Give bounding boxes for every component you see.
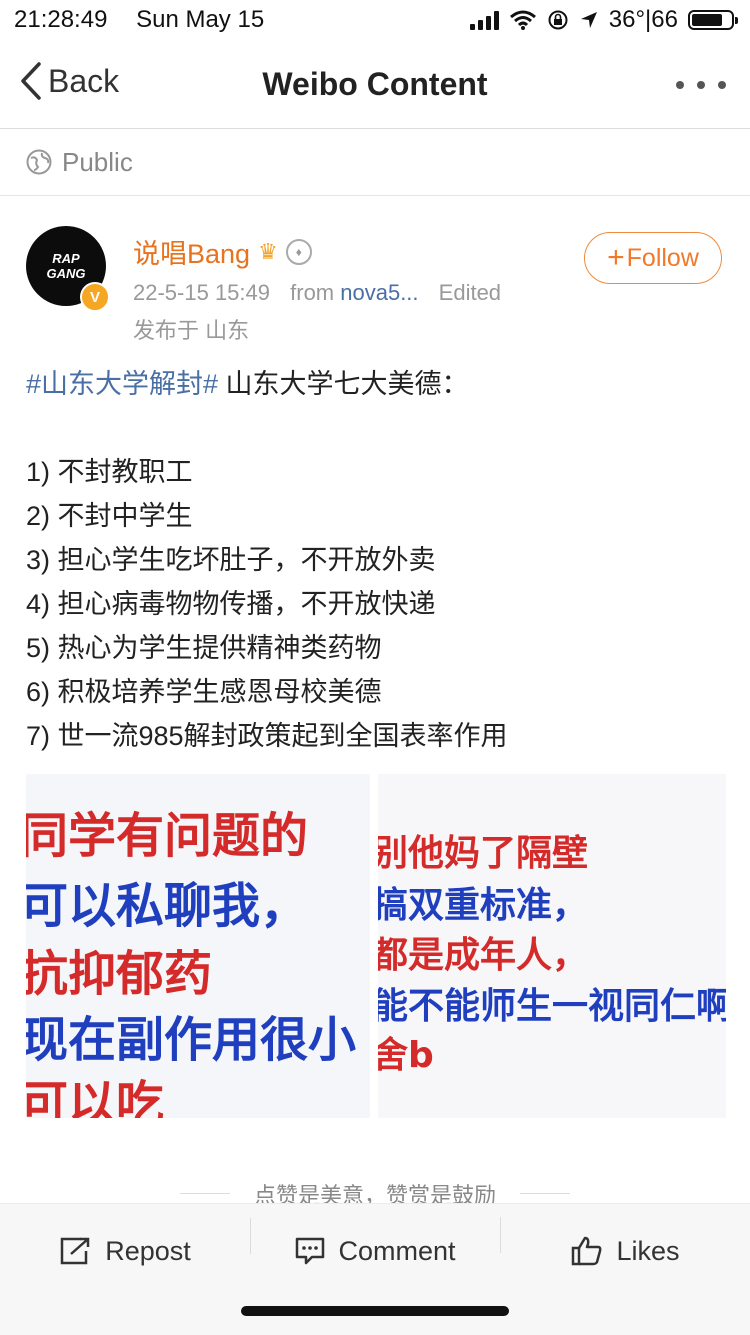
repost-icon [60,1237,90,1265]
image-text-line: 可以私聊我， [26,878,309,934]
likes-label: Likes [616,1235,680,1266]
more-dot-icon [676,81,684,89]
home-indicator [241,1306,509,1316]
image-text-line: 能不能师生一视同仁啊 [378,986,726,1027]
post-image[interactable]: 别他妈了隔壁 搞双重标准， 都是成年人， 能不能师生一视同仁啊 舍b [378,774,726,1118]
image-text-line: 可以吃 [26,1076,165,1118]
nav-bar: Back Weibo Content [0,44,750,129]
post-meta: 22-5-15 15:49 from nova5... Edited [133,280,501,306]
post-point: 4) 担心病毒物物传播，不开放快递 [26,589,436,619]
status-date: Sun May 15 [136,6,265,33]
image-text-line: 都是成年人， [378,935,589,976]
image-text-line: 搞双重标准， [378,885,589,926]
post-image-grid: 同学有问题的 可以私聊我， 抗抑郁药 现在副作用很小 可以吃 别他妈了隔壁 搞双… [26,774,726,1118]
post-intro: 山东大学七大美德： [218,369,469,399]
hashtag-link[interactable]: #山东大学解封# [26,369,218,399]
comment-button[interactable]: Comment [250,1217,500,1267]
post-point: 7) 世一流985解封政策起到全国表率作用 [26,721,508,751]
repost-label: Repost [105,1235,191,1266]
post-point: 1) 不封教职工 [26,457,193,487]
battery-icon [688,10,738,30]
user-name-row[interactable]: 说唱Bang ♛ ♦ [133,232,312,271]
reward-hint-text: 点赞是美意，赞赏是鼓励 [179,1178,571,1206]
post-source-link[interactable]: nova5... [340,280,418,305]
image-text-line: 别他妈了隔壁 [378,833,589,874]
visibility-row: Public [0,129,750,196]
post-point: 3) 担心学生吃坏肚子，不开放外卖 [26,545,436,575]
visibility-label: Public [62,146,133,177]
source-prefix: from [290,280,335,305]
verified-badge-icon: V [80,282,110,312]
medal-icon: ♦ [285,238,312,265]
status-time: 21:28:49 [14,6,108,33]
more-options-button[interactable] [676,70,726,100]
status-temperature: 36°|66 [608,6,678,33]
follow-label: Follow [626,243,699,272]
battery-level [692,14,723,26]
post-point: 2) 不封中学生 [26,501,193,531]
location-arrow-icon [580,12,597,28]
image-text-line: 舍b [378,1035,434,1076]
cellular-signal-icon [469,10,499,30]
repost-button[interactable]: Repost [0,1236,250,1267]
post-image[interactable]: 同学有问题的 可以私聊我， 抗抑郁药 现在副作用很小 可以吃 [26,774,370,1118]
globe-icon [26,149,52,175]
wifi-icon [509,10,536,30]
thumbs-up-icon [572,1236,602,1266]
post-location: 发布于 山东 [133,318,250,343]
crown-icon: ♛ [258,238,278,264]
image-text-line: 现在副作用很小 [26,1012,357,1068]
follow-button[interactable]: + Follow [584,232,722,284]
page-title: Weibo Content [262,66,488,102]
more-dot-icon [718,81,726,89]
comment-label: Comment [338,1235,456,1266]
status-icons: 36°|66 [469,6,738,34]
post-intro-line: #山东大学解封# 山东大学七大美德： [26,362,726,406]
post-body: #山东大学解封# 山东大学七大美德： 1) 不封教职工 2) 不封中学生 3) … [26,362,726,758]
comment-icon [296,1237,325,1265]
rotation-lock-icon [548,10,568,30]
more-dot-icon [697,81,705,89]
image-text-line: 同学有问题的 [26,808,309,864]
user-name[interactable]: 说唱Bang [133,232,250,271]
reward-hint: 点赞是美意，赞赏是鼓励 [0,1178,750,1206]
post-timestamp: 22-5-15 15:49 [133,280,270,305]
image-text-line: 抗抑郁药 [26,946,213,1002]
plus-icon: + [607,241,625,274]
post-point: 5) 热心为学生提供精神类药物 [26,633,382,663]
likes-button[interactable]: Likes [500,1217,750,1267]
post-point: 6) 积极培养学生感恩母校美德 [26,677,382,707]
avatar-text-line: GANG [46,266,86,281]
edited-label: Edited [438,280,502,305]
avatar-text-line: RAP [52,251,80,266]
status-bar: 21:28:49 Sun May 15 36°|66 [0,0,750,40]
status-time-date: 21:28:49 Sun May 15 [14,6,286,34]
